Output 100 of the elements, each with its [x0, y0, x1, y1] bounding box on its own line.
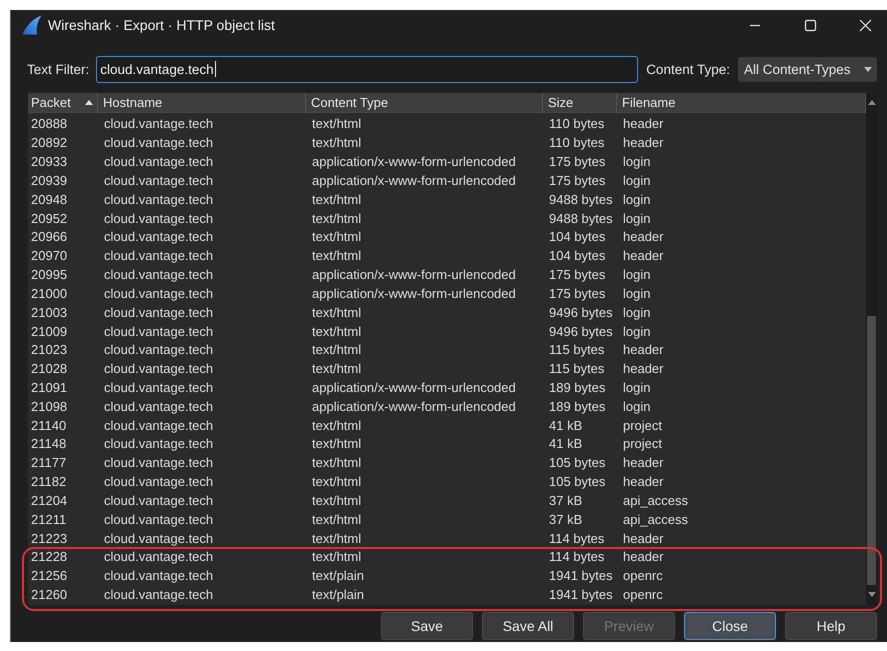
table-cell-text: header — [622, 455, 664, 472]
scroll-up-icon[interactable] — [868, 100, 876, 105]
table-cell-text: 20939 — [30, 172, 68, 189]
table-cell-text: cloud.vantage.tech — [103, 568, 214, 584]
table-cell-text: 104 bytes — [548, 248, 606, 264]
table-cell-text: 175 bytes — [548, 154, 606, 170]
table-cell-text: header — [622, 248, 664, 264]
table-cell-text: 20970 — [30, 248, 68, 264]
table-cell-text: 105 bytes — [548, 474, 606, 490]
column-header[interactable]: Content Type — [306, 93, 543, 113]
dialog-button[interactable]: Help — [785, 612, 877, 640]
scroll-down-icon[interactable] — [868, 592, 876, 597]
table-cell-text: openrc — [622, 587, 664, 604]
table-cell-text: 175 bytes — [548, 267, 606, 284]
window-title: Wireshark · Export · HTTP object list — [48, 17, 275, 33]
dialog-button[interactable]: Save All — [482, 612, 574, 640]
scrollbar-track[interactable] — [866, 93, 877, 605]
column-header[interactable]: Filename — [617, 93, 866, 113]
table-cell-text: 9488 bytes — [548, 192, 614, 208]
table-cell-text: 20952 — [30, 210, 68, 227]
table-cell-text: 20933 — [30, 154, 68, 170]
table-cell-text: openrc — [622, 568, 664, 584]
table-cell-text: 21148 — [30, 436, 68, 452]
table-cell-text: 9496 bytes — [548, 324, 614, 340]
table-cell-text: cloud.vantage.tech — [103, 380, 214, 396]
content-type-label: Content Type: — [646, 62, 730, 76]
table-cell-text: 20966 — [30, 229, 68, 246]
table-cell-text: 189 bytes — [548, 380, 606, 396]
text-filter-label: Text Filter: — [27, 62, 90, 76]
table-cell-text: header — [622, 361, 664, 378]
column-header[interactable]: Hostname — [98, 93, 306, 113]
dialog-button[interactable]: Save — [381, 612, 473, 640]
table-cell-text: cloud.vantage.tech — [103, 286, 214, 302]
table-cell-text: text/html — [311, 512, 362, 528]
shark-fin-icon — [22, 15, 42, 35]
table-cell-text: 1941 bytes — [548, 587, 614, 604]
column-header[interactable]: Size — [543, 93, 617, 113]
table-cell-text: 21260 — [30, 587, 68, 604]
table-cell-text: 1941 bytes — [548, 568, 614, 584]
table-cell-text: application/x-www-form-urlencoded — [311, 398, 517, 415]
table-cell-text: text/html — [311, 436, 362, 452]
table-cell-text: 37 kB — [548, 512, 584, 528]
table-cell-text: login — [622, 172, 652, 189]
table-cell-text: text/html — [311, 116, 362, 132]
table-cell-text: text/html — [311, 455, 362, 472]
table-cell-text: cloud.vantage.tech — [103, 492, 214, 509]
table-cell-text: text/html — [311, 248, 362, 264]
table-cell-text: cloud.vantage.tech — [103, 418, 214, 434]
table-cell-text: login — [622, 286, 652, 302]
table-cell-text: cloud.vantage.tech — [103, 342, 214, 358]
dialog-button[interactable]: Close — [684, 612, 776, 640]
table-cell-text: text/html — [311, 492, 362, 509]
table-cell-text: 41 kB — [548, 436, 584, 452]
table-cell-text: header — [622, 474, 664, 490]
table-cell-text: text/html — [311, 192, 362, 208]
content-type-dropdown[interactable]: All Content-Types — [738, 56, 877, 82]
table-cell-text: 21140 — [30, 418, 68, 434]
table-cell-text: 21223 — [30, 530, 68, 547]
table-cell-text: 20948 — [30, 192, 68, 208]
table-cell-text: cloud.vantage.tech — [103, 172, 214, 189]
table-cell-text: header — [622, 116, 664, 132]
table-cell-text: 21211 — [30, 512, 68, 528]
table-cell-text: cloud.vantage.tech — [103, 549, 214, 566]
table-cell-text: 110 bytes — [548, 135, 606, 152]
table-cell-text: cloud.vantage.tech — [103, 267, 214, 284]
table-cell-text: cloud.vantage.tech — [103, 398, 214, 415]
table-cell-text: 9496 bytes — [548, 304, 614, 321]
table-cell-text: 41 kB — [548, 418, 584, 434]
table-cell-text: application/x-www-form-urlencoded — [311, 286, 517, 302]
table-cell-text: 9488 bytes — [548, 210, 614, 227]
table-cell-text: 20888 — [30, 116, 68, 132]
table-cell-text: text/html — [311, 549, 362, 566]
table-cell-text: cloud.vantage.tech — [103, 530, 214, 547]
scrollbar-thumb[interactable] — [867, 316, 876, 585]
table-cell-text: login — [622, 398, 652, 415]
table-cell-text: header — [622, 549, 664, 566]
table-cell-text: login — [622, 380, 652, 396]
table-cell-text: text/html — [311, 229, 362, 246]
table-cell-text: project — [622, 436, 664, 452]
column-header[interactable]: Packet — [28, 93, 98, 113]
table-cell-text: cloud.vantage.tech — [103, 135, 214, 152]
table-cell-text: 21003 — [30, 304, 68, 321]
text-filter-field[interactable]: cloud.vantage.tech — [96, 56, 638, 82]
table-cell-text: login — [622, 304, 652, 321]
table-cell-text: cloud.vantage.tech — [103, 361, 214, 378]
table-cell-text: cloud.vantage.tech — [103, 248, 214, 264]
table-cell-text: cloud.vantage.tech — [103, 192, 214, 208]
table-cell-text: 21028 — [30, 361, 68, 378]
table-cell-text: api_access — [622, 492, 690, 509]
caret-icon — [864, 66, 872, 72]
table-cell-text: text/html — [311, 304, 362, 321]
table-cell-text: 175 bytes — [548, 286, 606, 302]
table-cell-text: cloud.vantage.tech — [103, 210, 214, 227]
table-cell-text: 114 bytes — [548, 549, 606, 566]
table-cell-text: application/x-www-form-urlencoded — [311, 267, 517, 284]
table-cell-text: text/plain — [311, 587, 366, 604]
table-cell-text: text/html — [311, 418, 362, 434]
table-cell-text: text/html — [311, 135, 362, 152]
table-cell-text: cloud.vantage.tech — [103, 116, 214, 132]
table-cell-text: cloud.vantage.tech — [103, 304, 214, 321]
